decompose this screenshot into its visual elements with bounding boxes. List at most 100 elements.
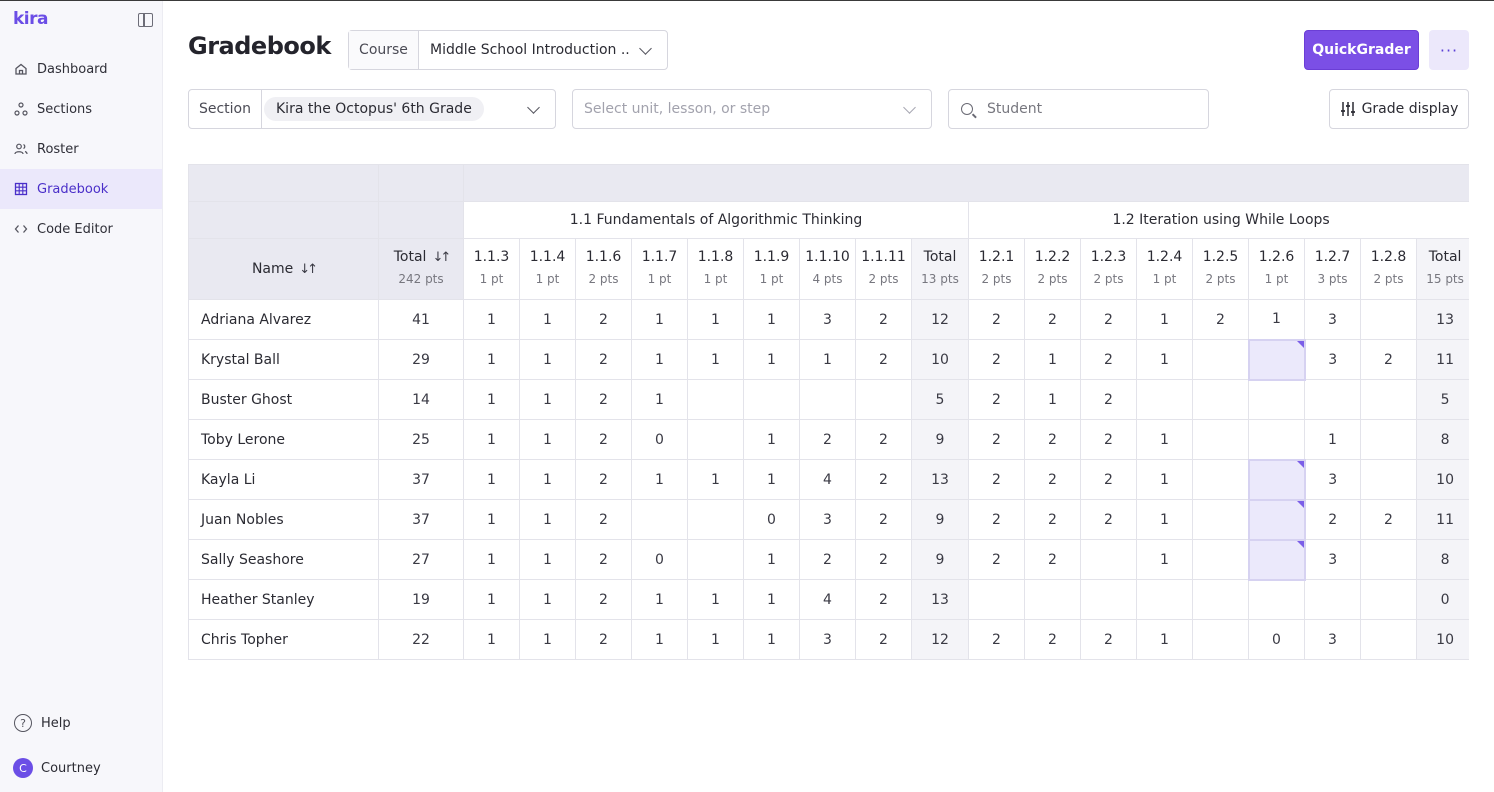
step-column-header[interactable]: 1.2.4 1 pt bbox=[1136, 238, 1193, 300]
grade-cell[interactable] bbox=[1192, 499, 1249, 540]
kira-logo[interactable]: kira bbox=[13, 9, 49, 29]
grade-cell[interactable]: 1 bbox=[743, 579, 800, 620]
sidebar-item-dashboard[interactable]: Dashboard bbox=[0, 49, 162, 89]
grade-cell[interactable]: 0 bbox=[631, 419, 688, 460]
grade-cell[interactable]: 3 bbox=[1304, 619, 1361, 660]
grade-cell[interactable]: 1 bbox=[519, 579, 576, 620]
grade-cell[interactable]: 1 bbox=[631, 299, 688, 340]
step-column-header[interactable]: 1.1.8 1 pt bbox=[687, 238, 744, 300]
grade-cell[interactable] bbox=[687, 419, 744, 460]
grade-cell[interactable]: 2 bbox=[855, 339, 912, 380]
grade-cell[interactable] bbox=[687, 539, 744, 580]
sidebar-item-roster[interactable]: Roster bbox=[0, 129, 162, 169]
pending-grade-cell[interactable] bbox=[1247, 458, 1306, 501]
grade-cell[interactable]: 2 bbox=[799, 419, 856, 460]
grade-cell[interactable]: 1 bbox=[743, 459, 800, 500]
grade-cell[interactable]: 2 bbox=[575, 579, 632, 620]
section-select[interactable]: Section Kira the Octopus' 6th Grade bbox=[188, 89, 556, 129]
grade-cell[interactable]: 2 bbox=[575, 379, 632, 420]
step-column-header[interactable]: 1.2.5 2 pts bbox=[1192, 238, 1249, 300]
grade-cell[interactable]: 2 bbox=[1304, 499, 1361, 540]
grade-cell[interactable]: 2 bbox=[575, 299, 632, 340]
total-column-header[interactable]: Total ↓↑ 242 pts bbox=[378, 238, 464, 300]
student-name[interactable]: Chris Topher bbox=[188, 619, 379, 660]
grade-cell[interactable]: 2 bbox=[968, 539, 1025, 580]
grade-cell[interactable]: 3 bbox=[1304, 299, 1361, 340]
grade-cell[interactable] bbox=[631, 499, 688, 540]
grade-display-button[interactable]: Grade display bbox=[1329, 89, 1469, 129]
grade-cell[interactable]: 4 bbox=[799, 579, 856, 620]
grade-cell[interactable] bbox=[799, 379, 856, 420]
grade-cell[interactable]: 2 bbox=[968, 379, 1025, 420]
grade-cell[interactable]: 1 bbox=[743, 539, 800, 580]
grade-cell[interactable]: 1 bbox=[463, 459, 520, 500]
grade-cell[interactable]: 3 bbox=[1304, 339, 1361, 380]
sidebar-item-code-editor[interactable]: Code Editor bbox=[0, 209, 162, 249]
grade-cell[interactable]: 1 bbox=[1024, 339, 1081, 380]
step-column-header[interactable]: 1.2.3 2 pts bbox=[1080, 238, 1137, 300]
grade-cell[interactable]: 2 bbox=[575, 339, 632, 380]
grade-cell[interactable]: 1 bbox=[743, 339, 800, 380]
pending-grade-cell[interactable] bbox=[1247, 498, 1306, 541]
grade-cell[interactable]: 0 bbox=[743, 499, 800, 540]
grade-cell[interactable] bbox=[1080, 539, 1137, 580]
grade-cell[interactable]: 2 bbox=[1024, 459, 1081, 500]
grade-cell[interactable]: 1 bbox=[463, 619, 520, 660]
grade-cell[interactable]: 2 bbox=[1080, 459, 1137, 500]
grade-cell[interactable]: 0 bbox=[631, 539, 688, 580]
grade-cell[interactable]: 3 bbox=[799, 499, 856, 540]
grade-cell[interactable]: 2 bbox=[1360, 499, 1417, 540]
more-options-button[interactable]: ··· bbox=[1429, 30, 1469, 70]
step-column-header[interactable]: 1.2.7 3 pts bbox=[1304, 238, 1361, 300]
grade-cell[interactable] bbox=[1192, 459, 1249, 500]
grade-cell[interactable] bbox=[743, 379, 800, 420]
grade-cell[interactable]: 2 bbox=[968, 419, 1025, 460]
student-name[interactable]: Buster Ghost bbox=[188, 379, 379, 420]
unit-header[interactable]: 1.2 Iteration using While Loops bbox=[967, 201, 1469, 239]
grade-cell[interactable]: 2 bbox=[1080, 339, 1137, 380]
step-column-header[interactable]: 1.2.6 1 pt bbox=[1248, 238, 1305, 300]
grade-cell[interactable]: 2 bbox=[1080, 499, 1137, 540]
grade-cell[interactable]: 2 bbox=[799, 539, 856, 580]
grade-cell[interactable]: 1 bbox=[687, 459, 744, 500]
grade-cell[interactable]: 1 bbox=[1248, 299, 1305, 340]
grade-cell[interactable]: 2 bbox=[855, 579, 912, 620]
grade-cell[interactable]: 1 bbox=[1136, 419, 1193, 460]
sidebar-item-sections[interactable]: Sections bbox=[0, 89, 162, 129]
grade-cell[interactable] bbox=[687, 379, 744, 420]
grade-cell[interactable]: 2 bbox=[575, 499, 632, 540]
user-menu[interactable]: C Courtney bbox=[13, 758, 101, 778]
grade-cell[interactable]: 1 bbox=[463, 339, 520, 380]
grade-cell[interactable]: 1 bbox=[687, 339, 744, 380]
step-column-header[interactable]: 1.1.6 2 pts bbox=[575, 238, 632, 300]
help-link[interactable]: ? Help bbox=[14, 714, 71, 732]
student-name[interactable]: Adriana Alvarez bbox=[188, 299, 379, 340]
grade-cell[interactable] bbox=[687, 499, 744, 540]
grade-cell[interactable] bbox=[1192, 539, 1249, 580]
grade-cell[interactable]: 1 bbox=[519, 299, 576, 340]
grade-cell[interactable] bbox=[1192, 379, 1249, 420]
grade-cell[interactable] bbox=[1360, 299, 1417, 340]
grade-cell[interactable]: 1 bbox=[519, 419, 576, 460]
grade-cell[interactable]: 1 bbox=[463, 379, 520, 420]
grade-cell[interactable]: 2 bbox=[855, 619, 912, 660]
grade-cell[interactable]: 1 bbox=[463, 539, 520, 580]
grade-cell[interactable]: 1 bbox=[519, 459, 576, 500]
grade-cell[interactable]: 2 bbox=[968, 459, 1025, 500]
grade-cell[interactable] bbox=[1192, 339, 1249, 380]
grade-cell[interactable] bbox=[1136, 579, 1193, 620]
step-column-header[interactable]: 1.1.10 4 pts bbox=[799, 238, 856, 300]
grade-cell[interactable] bbox=[1360, 379, 1417, 420]
grade-cell[interactable]: 1 bbox=[631, 579, 688, 620]
grade-cell[interactable]: 1 bbox=[743, 619, 800, 660]
student-search-input[interactable] bbox=[987, 101, 1187, 117]
grade-cell[interactable]: 1 bbox=[519, 339, 576, 380]
grade-cell[interactable]: 1 bbox=[631, 459, 688, 500]
grade-cell[interactable]: 1 bbox=[1136, 299, 1193, 340]
grade-cell[interactable] bbox=[1248, 379, 1305, 420]
quickgrader-button[interactable]: QuickGrader bbox=[1304, 30, 1419, 70]
unit-header[interactable]: 1.1 Fundamentals of Algorithmic Thinking bbox=[463, 201, 969, 239]
grade-cell[interactable] bbox=[1360, 419, 1417, 460]
student-name[interactable]: Juan Nobles bbox=[188, 499, 379, 540]
grade-cell[interactable]: 2 bbox=[1024, 539, 1081, 580]
